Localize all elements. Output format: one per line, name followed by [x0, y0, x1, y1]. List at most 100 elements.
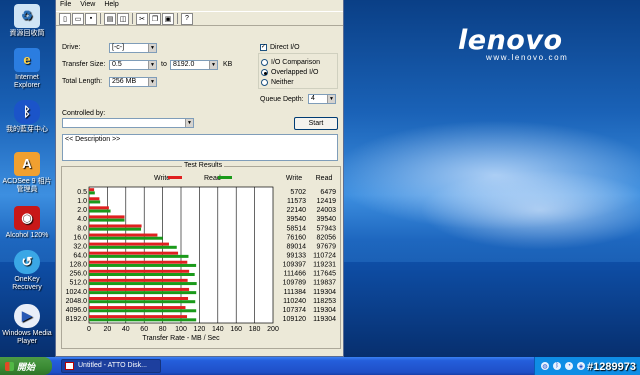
bar-write — [89, 215, 125, 219]
transfer-to-select[interactable]: 8192.0 ▼ — [170, 60, 218, 70]
test-results-panel: Test Results Write Read Write Read 0 20 40 60 80… — [61, 162, 341, 349]
direct-io-label: Direct I/O — [270, 44, 300, 51]
bar-read — [89, 309, 197, 313]
total-length-select[interactable]: 256 MB ▼ — [109, 77, 157, 87]
desktop-icon-media-player[interactable]: ▶ Windows Media Player — [2, 304, 52, 346]
value-read: 39540 — [317, 216, 337, 223]
bar-read — [89, 200, 101, 204]
category-label: 0.5 — [77, 189, 87, 196]
paste-icon[interactable]: ▣ — [162, 12, 174, 25]
desktop: lenovo www.lenovo.com ♻ 資源回收筒 e Internet… — [0, 0, 640, 357]
menu-bar: File View Help — [56, 0, 343, 11]
chevron-down-icon: ▼ — [327, 95, 335, 103]
category-label: 512.0 — [69, 280, 87, 287]
x-axis-label: Transfer Rate - MB / Sec — [142, 335, 220, 342]
total-length-label: Total Length: — [62, 78, 103, 85]
value-write: 107374 — [283, 307, 306, 314]
value-read: 119304 — [313, 307, 336, 314]
category-label: 64.0 — [73, 253, 87, 260]
value-write: 5702 — [290, 189, 306, 196]
value-write: 11573 — [287, 198, 306, 205]
print-icon[interactable]: ▤ — [104, 12, 116, 25]
taskbar-item-atto[interactable]: Untitled - ATTO Disk... — [61, 359, 161, 373]
bar-read — [89, 263, 197, 267]
value-read: 57943 — [317, 225, 337, 232]
value-write: 110240 — [283, 298, 306, 305]
desktop-icon-bluetooth[interactable]: ᛒ 我的藍芽中心 — [2, 100, 52, 134]
desktop-icon-onekey-recovery[interactable]: ↺ OneKey Recovery — [2, 250, 52, 292]
value-read: 82056 — [317, 234, 337, 241]
category-label: 1024.0 — [66, 289, 88, 296]
drive-select[interactable]: [-c-] ▼ — [109, 43, 157, 53]
volume-icon[interactable]: ◔ — [565, 362, 573, 370]
description-box[interactable]: << Description >> — [62, 134, 338, 161]
category-label: 4096.0 — [66, 307, 88, 314]
overlapped-io-radio[interactable] — [261, 69, 268, 76]
transfer-from-value: 0.5 — [112, 61, 122, 68]
x-tick-label: 100 — [175, 326, 187, 333]
taskbar-item-label: Untitled - ATTO Disk... — [78, 362, 147, 369]
io-comparison-radio[interactable] — [261, 59, 268, 66]
desktop-icon-label: Alcohol 120% — [5, 232, 49, 239]
x-tick-label: 80 — [159, 326, 167, 333]
sky-glow — [420, 170, 640, 250]
brand-url: www.lenovo.com — [486, 53, 569, 62]
menu-help[interactable]: Help — [104, 1, 118, 10]
cut-icon[interactable]: ✂ — [136, 12, 148, 25]
security-icon[interactable]: ◈ — [577, 362, 585, 370]
category-label: 1.0 — [77, 198, 87, 205]
bar-write — [89, 269, 190, 273]
transfer-from-select[interactable]: 0.5 ▼ — [109, 60, 157, 70]
transfer-to-label: to — [161, 61, 167, 68]
taskbar: 開始 Untitled - ATTO Disk... ◍ ᛒ ◔ ◈ #1289… — [0, 357, 640, 375]
new-file-icon[interactable]: ▯ — [59, 12, 71, 25]
help-icon[interactable]: ? — [181, 12, 193, 25]
io-comparison-label: I/O Comparison — [271, 59, 321, 66]
value-write: 109789 — [283, 280, 306, 287]
x-tick-label: 200 — [267, 326, 279, 333]
drive-label: Drive: — [62, 44, 81, 51]
menu-file[interactable]: File — [60, 1, 71, 10]
controlled-by-select[interactable]: ▼ — [62, 118, 194, 128]
bar-read — [89, 245, 177, 249]
toolbar-divider — [100, 13, 101, 24]
category-label: 8.0 — [77, 225, 87, 232]
drive-value: [-c-] — [112, 44, 125, 51]
overlapped-io-label: Overlapped I/O — [271, 69, 319, 76]
atto-window: File View Help ▯ ▭ ▪ ▤ ◫ ✂ ❐ ▣ ? Drive: … — [55, 0, 344, 357]
value-write: 109397 — [283, 262, 306, 269]
desktop-icon-internet-explorer[interactable]: e Internet Explorer — [2, 48, 52, 90]
value-read: 24003 — [317, 207, 337, 214]
print-preview-icon[interactable]: ◫ — [117, 12, 129, 25]
start-button-taskbar[interactable]: 開始 — [0, 357, 52, 375]
transfer-to-value: 8192.0 — [173, 61, 195, 68]
bar-read — [89, 273, 195, 276]
desktop-icon-acdsee[interactable]: A ACDSee 9 相片管理員 — [2, 152, 52, 194]
chevron-down-icon: ▼ — [148, 78, 156, 86]
desktop-icon-recycle-bin[interactable]: ♻ 資源回收筒 — [2, 4, 52, 38]
neither-radio[interactable] — [261, 79, 268, 86]
onekey-recovery-icon: ↺ — [14, 250, 40, 274]
start-button[interactable]: Start — [294, 117, 338, 130]
desktop-icon-label: ACDSee 9 相片管理員 — [2, 178, 52, 193]
desktop-icon-alcohol[interactable]: ◉ Alcohol 120% — [2, 206, 52, 240]
queue-depth-select[interactable]: 4 ▼ — [308, 94, 336, 104]
bar-read — [89, 291, 197, 295]
bluetooth-tray-icon[interactable]: ᛒ — [553, 362, 561, 370]
alcohol-icon: ◉ — [14, 206, 40, 230]
windows-flag-icon — [5, 361, 14, 371]
direct-io-checkbox[interactable]: ✓ — [260, 44, 267, 51]
network-icon[interactable]: ◍ — [541, 362, 549, 370]
menu-view[interactable]: View — [80, 1, 95, 10]
save-icon[interactable]: ▪ — [85, 12, 97, 25]
value-write: 22140 — [287, 207, 307, 214]
chevron-down-icon: ▼ — [209, 61, 217, 69]
controlled-by-label: Controlled by: — [62, 110, 106, 117]
brand-logo: lenovo — [458, 25, 563, 56]
copy-icon[interactable]: ❐ — [149, 12, 161, 25]
bar-write — [89, 224, 142, 228]
value-write: 58514 — [287, 225, 307, 232]
category-label: 2048.0 — [66, 298, 88, 305]
open-folder-icon[interactable]: ▭ — [72, 12, 84, 25]
value-read: 110724 — [313, 253, 336, 260]
